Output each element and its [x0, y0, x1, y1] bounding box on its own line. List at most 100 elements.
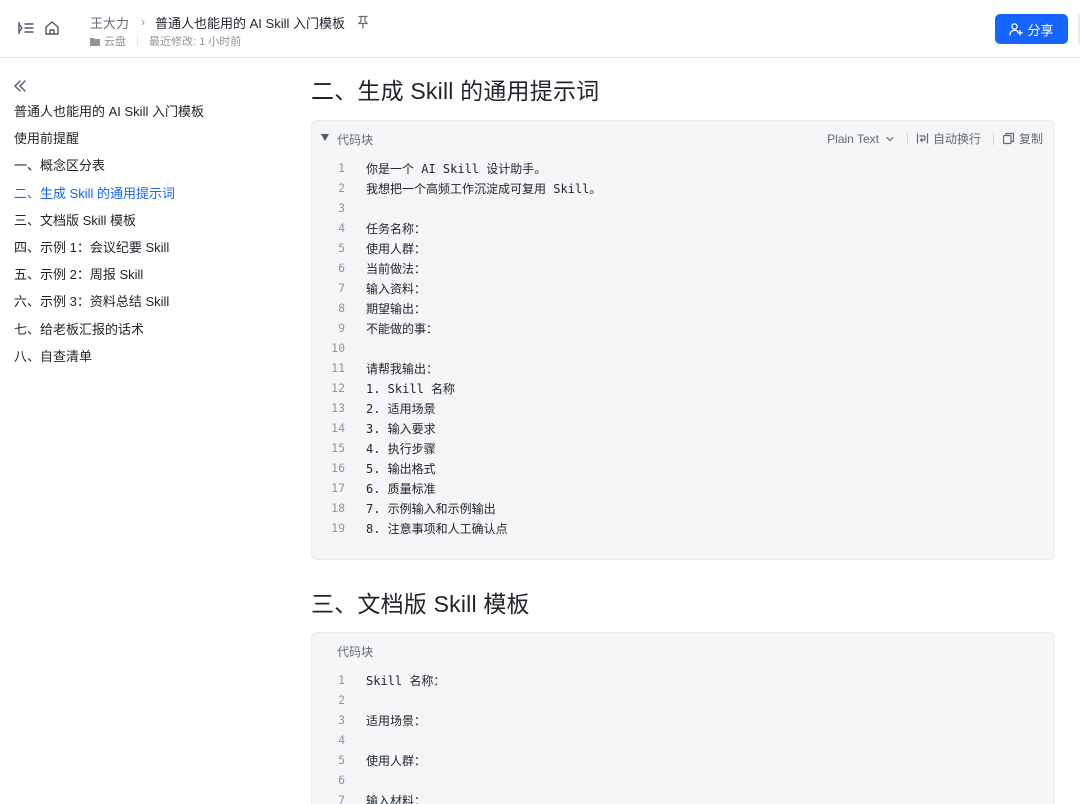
code-line: 18 7. 示例输入和示例输出 — [312, 498, 1054, 518]
code-line: 2 我想把一个高频工作沉淀成可复用 Skill。 — [312, 178, 1054, 198]
code-lines[interactable]: 1 Skill 名称： 2 3 适用场景： 4 5 使用人群： 6 7 输入材料： — [312, 670, 1054, 804]
code-line: 2 — [312, 690, 1054, 710]
outline-item[interactable]: 七、给老板汇报的话术 — [14, 320, 284, 347]
language-label: Plain Text — [827, 131, 879, 146]
document-meta: 云盘 最近修改: 1 小时前 — [90, 33, 241, 49]
code-text: 不能做的事： — [366, 321, 439, 336]
outline-item[interactable]: 使用前提醒 — [14, 129, 284, 156]
outline-item[interactable]: 三、文档版 Skill 模板 — [14, 211, 284, 238]
top-bar: 王大力 › 普通人也能用的 AI Skill 入门模板 云盘 最近修改: 1 小… — [0, 0, 1080, 58]
outline-toggle-icon[interactable] — [17, 19, 35, 37]
code-text: 3. 输入要求 — [366, 421, 436, 436]
code-block-header: 代码块 Plain Text 自动换行 复制 — [312, 121, 1054, 155]
outline-list: 普通人也能用的 AI Skill 入门模板 使用前提醒 一、概念区分表 二、生成 Sk… — [14, 102, 284, 374]
breadcrumb: 王大力 › 普通人也能用的 AI Skill 入门模板 — [90, 13, 369, 31]
outline-item[interactable]: 四、示例 1：会议纪要 Skill — [14, 238, 284, 265]
wrap-toggle-button[interactable]: 自动换行 — [916, 130, 981, 147]
code-line: 8 期望输出： — [312, 298, 1054, 318]
code-line: 9 不能做的事： — [312, 318, 1054, 338]
code-line: 16 5. 输出格式 — [312, 458, 1054, 478]
user-add-icon — [1009, 22, 1024, 36]
line-number: 4 — [338, 733, 345, 747]
code-text: 我想把一个高频工作沉淀成可复用 Skill。 — [366, 181, 602, 196]
triangle-down-icon[interactable] — [321, 134, 329, 141]
code-block-header: 代码块 — [312, 633, 1054, 667]
double-chevron-left-icon[interactable] — [12, 78, 28, 94]
wrap-text-icon — [916, 132, 929, 145]
line-number: 10 — [331, 341, 345, 355]
code-line: 3 适用场景： — [312, 710, 1054, 730]
home-icon[interactable] — [43, 19, 61, 37]
folder-icon — [90, 37, 100, 46]
line-number: 19 — [331, 521, 345, 535]
code-text: 任务名称： — [366, 221, 427, 236]
line-number: 17 — [331, 481, 345, 495]
line-number: 2 — [338, 693, 345, 707]
code-text: 输入材料： — [366, 793, 427, 804]
last-modified: 最近修改: 1 小时前 — [149, 36, 242, 48]
copy-button[interactable]: 复制 — [1002, 130, 1043, 147]
code-block-toolbar: Plain Text 自动换行 复制 — [827, 130, 1043, 147]
code-text: 6. 质量标准 — [366, 481, 436, 496]
breadcrumb-owner[interactable]: 王大力 — [90, 13, 129, 32]
line-number: 8 — [338, 301, 345, 315]
line-number: 15 — [331, 441, 345, 455]
share-label: 分享 — [1027, 22, 1054, 38]
code-text: 2. 适用场景 — [366, 401, 436, 416]
line-number: 6 — [338, 261, 345, 275]
code-text: 期望输出： — [366, 301, 427, 316]
line-number: 7 — [338, 281, 345, 295]
toolbar-divider — [906, 132, 908, 145]
line-number: 18 — [331, 501, 345, 515]
outline-item[interactable]: 普通人也能用的 AI Skill 入门模板 — [14, 102, 284, 129]
line-number: 5 — [338, 241, 345, 255]
outline-item[interactable]: 一、概念区分表 — [14, 156, 284, 183]
section-heading: 二、生成 Skill 的通用提示词 — [311, 78, 600, 104]
line-number: 6 — [338, 773, 345, 787]
line-number: 2 — [338, 181, 345, 195]
code-line: 15 4. 执行步骤 — [312, 438, 1054, 458]
line-number: 9 — [338, 321, 345, 335]
location-label[interactable]: 云盘 — [104, 33, 126, 49]
outline-item[interactable]: 八、自查清单 — [14, 347, 284, 374]
code-text: 5. 输出格式 — [366, 461, 436, 476]
copy-icon — [1002, 132, 1015, 145]
code-text: 请帮我输出： — [366, 361, 439, 376]
code-line: 17 6. 质量标准 — [312, 478, 1054, 498]
code-text: 8. 注意事项和人工确认点 — [366, 521, 508, 536]
code-text: 1. Skill 名称 — [366, 381, 456, 396]
line-number: 1 — [338, 161, 345, 175]
code-line: 3 — [312, 198, 1054, 218]
outline-item[interactable]: 五、示例 2：周报 Skill — [14, 265, 284, 292]
line-number: 16 — [331, 461, 345, 475]
outline-item[interactable]: 六、示例 3：资料总结 Skill — [14, 292, 284, 319]
line-number: 7 — [338, 793, 345, 804]
code-line: 7 输入资料： — [312, 278, 1054, 298]
code-line: 6 当前做法： — [312, 258, 1054, 278]
share-button[interactable]: 分享 — [995, 14, 1068, 44]
document-title[interactable]: 普通人也能用的 AI Skill 入门模板 — [155, 13, 345, 32]
line-number: 3 — [338, 201, 345, 215]
copy-label: 复制 — [1018, 132, 1043, 146]
code-block-label: 代码块 — [337, 133, 374, 147]
pin-icon[interactable] — [357, 15, 369, 29]
code-line: 10 — [312, 338, 1054, 358]
code-text: 使用人群： — [366, 753, 427, 768]
chevron-down-icon — [885, 134, 895, 144]
code-line: 11 请帮我输出： — [312, 358, 1054, 378]
toolbar-divider — [992, 132, 994, 145]
meta-divider — [137, 36, 138, 46]
line-number: 3 — [338, 713, 345, 727]
code-text: 4. 执行步骤 — [366, 441, 436, 456]
line-number: 1 — [338, 673, 345, 687]
code-line: 19 8. 注意事项和人工确认点 — [312, 518, 1054, 538]
outline-item[interactable]: 二、生成 Skill 的通用提示词 — [14, 184, 284, 211]
code-text: 使用人群： — [366, 241, 427, 256]
code-text: 输入资料： — [366, 281, 427, 296]
code-text: 适用场景： — [366, 713, 427, 728]
code-line: 4 任务名称： — [312, 218, 1054, 238]
code-lines[interactable]: 1 你是一个 AI Skill 设计助手。 2 我想把一个高频工作沉淀成可复用 Ski… — [312, 158, 1054, 538]
code-text: 你是一个 AI Skill 设计助手。 — [366, 161, 547, 176]
code-line: 12 1. Skill 名称 — [312, 378, 1054, 398]
language-select[interactable]: Plain Text — [827, 132, 895, 146]
